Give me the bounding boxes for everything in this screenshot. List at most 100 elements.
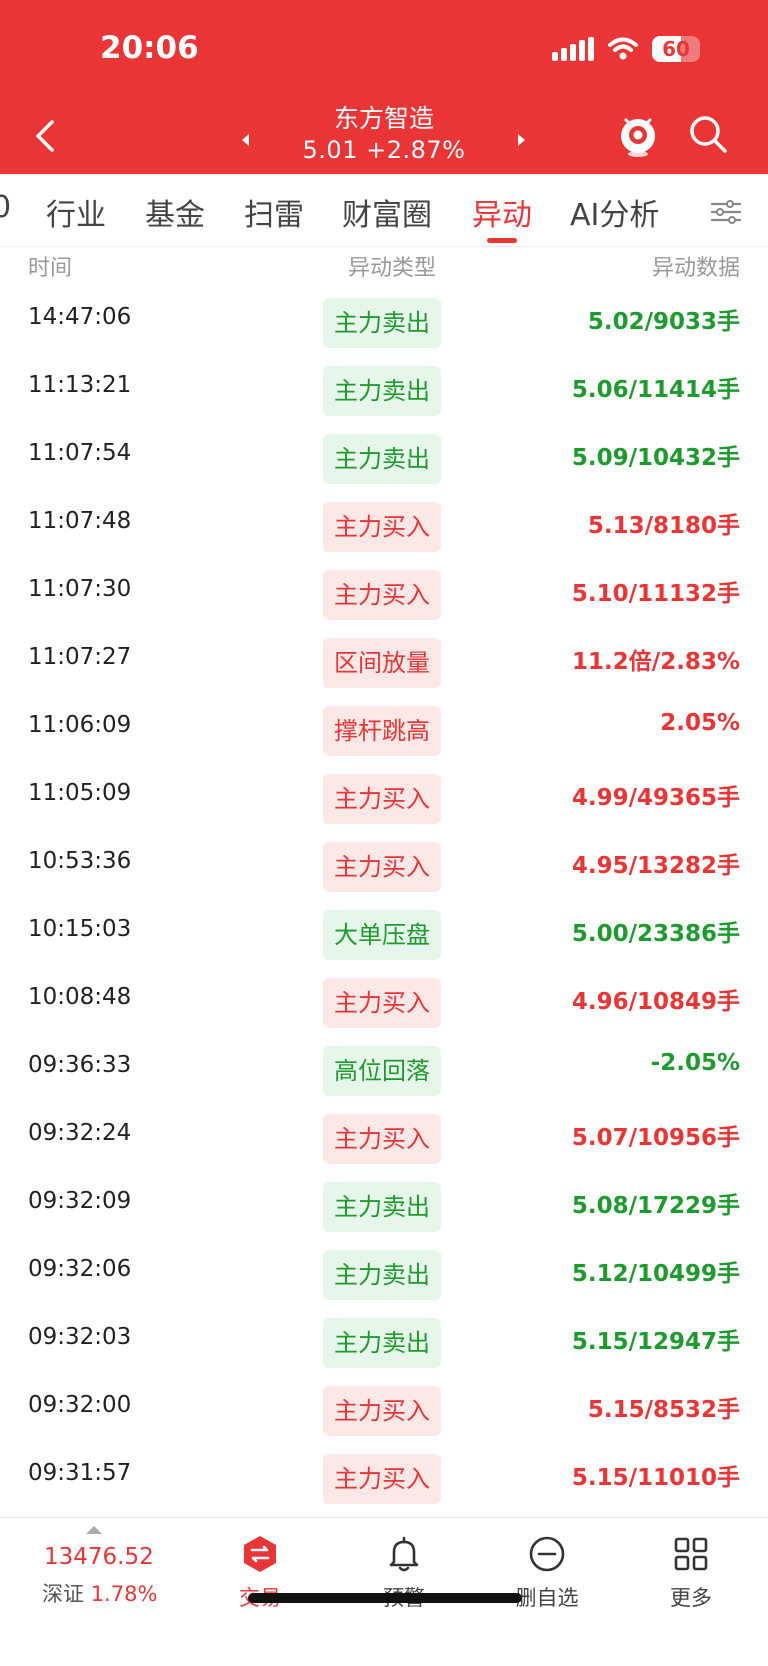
minus-circle-icon xyxy=(529,1536,565,1572)
tab-ai-analysis[interactable]: AI分析 xyxy=(570,190,659,234)
anomaly-type-badge: 主力买入 xyxy=(323,842,441,892)
list-item[interactable]: 09:36:33 高位回落 -2.05% xyxy=(0,1038,768,1106)
item-time: 09:31:57 xyxy=(28,1460,132,1486)
anomaly-type-badge: 主力卖出 xyxy=(323,434,441,484)
tab-fund[interactable]: 基金 xyxy=(145,190,205,234)
anomaly-type-badge: 主力卖出 xyxy=(323,1250,441,1300)
list-item[interactable]: 11:07:54 主力卖出 5.09/10432手 xyxy=(0,426,768,494)
anomaly-type-badge: 主力卖出 xyxy=(323,366,441,416)
anomaly-type-badge: 主力买入 xyxy=(323,570,441,620)
list-item[interactable]: 11:07:27 区间放量 11.2倍/2.83% xyxy=(0,630,768,698)
back-icon[interactable] xyxy=(26,112,66,160)
next-stock-icon[interactable] xyxy=(518,134,525,146)
anomaly-type-badge: 主力买入 xyxy=(323,1454,441,1504)
anomaly-value: 5.09/10432手 xyxy=(571,445,740,471)
anomaly-value: 5.06/11414手 xyxy=(571,377,740,403)
item-time: 09:32:00 xyxy=(28,1392,132,1418)
item-time: 11:07:48 xyxy=(28,508,132,534)
anomaly-type-badge: 主力买入 xyxy=(323,774,441,824)
app-header: 20:06 60 东方智造 5.01 +2.87% xyxy=(0,0,768,174)
anomaly-type-badge: 大单压盘 xyxy=(323,910,441,960)
tab-settings-icon[interactable] xyxy=(710,198,742,226)
list-item[interactable]: 09:32:03 主力卖出 5.15/12947手 xyxy=(0,1310,768,1378)
item-time: 11:07:27 xyxy=(28,644,132,670)
tab-partial[interactable]: 0 xyxy=(0,190,11,225)
list-item[interactable]: 10:08:48 主力买入 4.96/10849手 xyxy=(0,970,768,1038)
anomaly-value: 5.15/12947手 xyxy=(571,1329,740,1355)
anomaly-type-badge: 主力卖出 xyxy=(323,298,441,348)
tab-indicator xyxy=(487,238,517,243)
item-time: 09:32:24 xyxy=(28,1120,132,1146)
list-item[interactable]: 11:05:09 主力买入 4.99/49365手 xyxy=(0,766,768,834)
status-time: 20:06 xyxy=(100,30,199,66)
trade-icon xyxy=(244,1536,276,1572)
list-item[interactable]: 11:06:09 撑杆跳高 2.05% xyxy=(0,698,768,766)
nav-more-label: 更多 xyxy=(670,1586,712,1610)
item-time: 09:36:33 xyxy=(28,1052,132,1078)
list-item[interactable]: 11:07:30 主力买入 5.10/11132手 xyxy=(0,562,768,630)
tab-anomaly[interactable]: 异动 xyxy=(472,190,532,234)
status-icons: 60 xyxy=(552,36,700,62)
anomaly-type-badge: 主力买入 xyxy=(323,978,441,1028)
anomaly-value: 5.08/17229手 xyxy=(571,1193,740,1219)
index-name: 深证 xyxy=(42,1582,84,1606)
item-time: 09:32:06 xyxy=(28,1256,132,1282)
anomaly-type-badge: 主力买入 xyxy=(323,1114,441,1164)
anomaly-value: 5.02/9033手 xyxy=(587,309,740,335)
mascot-icon[interactable] xyxy=(614,110,662,158)
list-item[interactable]: 10:53:36 主力买入 4.95/13282手 xyxy=(0,834,768,902)
item-time: 11:13:21 xyxy=(28,372,132,398)
tab-wealth-circle[interactable]: 财富圈 xyxy=(342,190,432,234)
item-time: 11:06:09 xyxy=(28,712,132,738)
list-item[interactable]: 09:32:06 主力卖出 5.12/10499手 xyxy=(0,1242,768,1310)
index-value[interactable]: 13476.52 xyxy=(44,1544,154,1570)
item-time: 11:07:54 xyxy=(28,440,132,466)
index-label[interactable]: 深证 1.78% xyxy=(42,1578,157,1608)
item-time: 11:05:09 xyxy=(28,780,132,806)
home-indicator[interactable] xyxy=(248,1593,522,1603)
battery-icon: 60 xyxy=(652,36,700,62)
item-time: 10:15:03 xyxy=(28,916,132,942)
anomaly-type-badge: 区间放量 xyxy=(323,638,441,688)
grid-icon xyxy=(674,1537,708,1571)
list-item[interactable]: 09:32:24 主力买入 5.07/10956手 xyxy=(0,1106,768,1174)
search-icon[interactable] xyxy=(686,112,730,156)
anomaly-value: 4.95/13282手 xyxy=(571,853,740,879)
anomaly-value: 4.99/49365手 xyxy=(571,785,740,811)
item-time: 09:32:09 xyxy=(28,1188,132,1214)
wifi-icon xyxy=(608,37,638,60)
anomaly-value: 5.15/11010手 xyxy=(571,1465,740,1491)
list-item[interactable]: 09:31:57 主力买入 5.15/11010手 xyxy=(0,1446,768,1514)
bottom-bar: 13476.52 深证 1.78% 交易 预警 删自选 更多 xyxy=(0,1517,768,1666)
item-time: 14:47:06 xyxy=(28,304,132,330)
list-item[interactable]: 09:32:09 主力卖出 5.08/17229手 xyxy=(0,1174,768,1242)
stock-name: 东方智造 xyxy=(333,104,434,133)
anomaly-value: 11.2倍/2.83% xyxy=(572,649,740,675)
item-time: 10:53:36 xyxy=(28,848,132,874)
anomaly-type-badge: 主力买入 xyxy=(323,1386,441,1436)
tab-minesweep[interactable]: 扫雷 xyxy=(244,190,304,234)
list-item[interactable]: 09:32:00 主力买入 5.15/8532手 xyxy=(0,1378,768,1446)
anomaly-value: 5.13/8180手 xyxy=(587,513,740,539)
anomaly-list: 14:47:06 主力卖出 5.02/9033手 11:13:21 主力卖出 5.06/1… xyxy=(0,290,768,1514)
tab-industry[interactable]: 行业 xyxy=(46,190,106,234)
item-time: 09:32:03 xyxy=(28,1324,132,1350)
list-item[interactable]: 10:15:03 大单压盘 5.00/23386手 xyxy=(0,902,768,970)
anomaly-type-badge: 主力卖出 xyxy=(323,1318,441,1368)
anomaly-value: 4.96/10849手 xyxy=(571,989,740,1015)
list-item[interactable]: 11:13:21 主力卖出 5.06/11414手 xyxy=(0,358,768,426)
caret-up-icon[interactable] xyxy=(86,1526,102,1534)
anomaly-type-badge: 主力买入 xyxy=(323,502,441,552)
nav-more[interactable]: 更多 xyxy=(641,1534,741,1612)
list-item[interactable]: 11:07:48 主力买入 5.13/8180手 xyxy=(0,494,768,562)
anomaly-value: 5.07/10956手 xyxy=(571,1125,740,1151)
anomaly-value: 5.12/10499手 xyxy=(571,1261,740,1287)
battery-level: 60 xyxy=(662,37,690,61)
tab-bar: 0 行业 基金 扫雷 财富圈 异动 AI分析 xyxy=(0,174,768,247)
bell-icon xyxy=(389,1536,419,1572)
list-item[interactable]: 14:47:06 主力卖出 5.02/9033手 xyxy=(0,290,768,358)
anomaly-value: -2.05% xyxy=(650,1050,740,1076)
signal-icon xyxy=(552,37,594,61)
anomaly-type-badge: 撑杆跳高 xyxy=(323,706,441,756)
index-change: 1.78% xyxy=(90,1582,158,1606)
